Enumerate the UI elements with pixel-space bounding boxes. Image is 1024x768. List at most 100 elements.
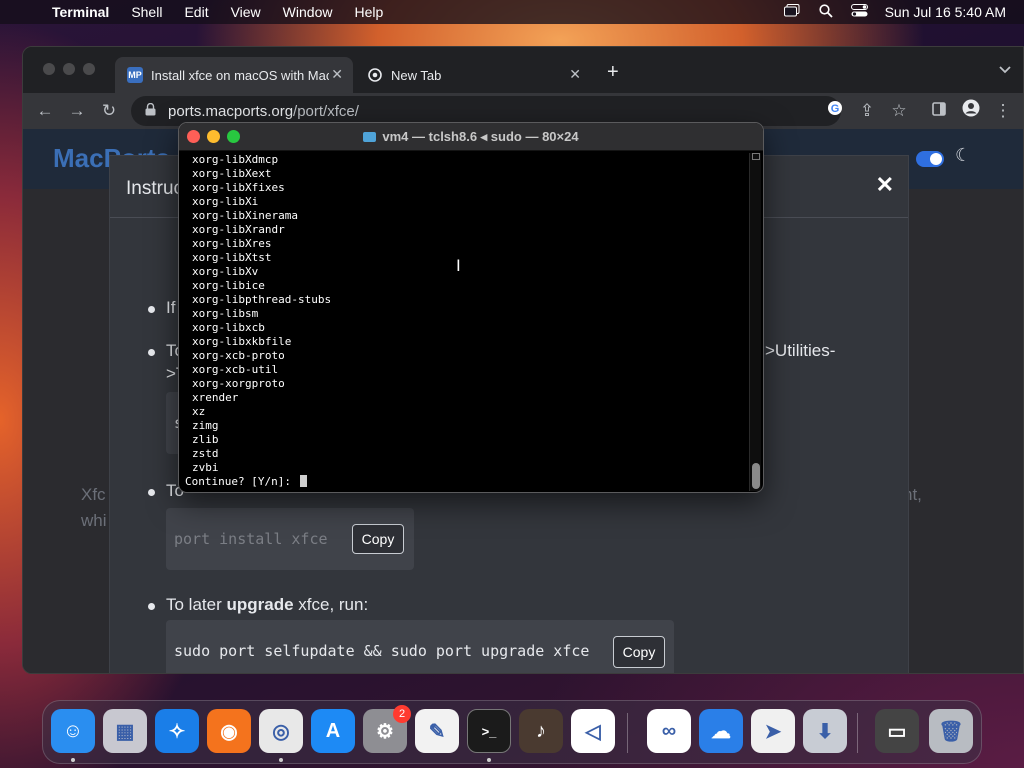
spotlight-search-icon[interactable] bbox=[809, 3, 843, 21]
bookmark-star-icon[interactable]: ☆ bbox=[887, 99, 911, 123]
forward-button[interactable]: → bbox=[65, 99, 89, 123]
garageband-icon[interactable]: ♪ bbox=[519, 709, 563, 753]
upgrade-instruction: To later upgrade xfce, run: bbox=[166, 595, 368, 615]
app-store-icon[interactable]: A bbox=[311, 709, 355, 753]
terminal-line: xz bbox=[192, 405, 206, 418]
terminal-prompt-line[interactable]: Continue? [Y/n]: bbox=[185, 475, 745, 489]
terminal-line: xorg-libXfixes bbox=[192, 181, 285, 194]
terminal-title: vm4 — tclsh8.6 ◂ sudo — 80×24 bbox=[179, 129, 763, 145]
terminal-line: xorg-libpthread-stubs bbox=[192, 293, 332, 306]
tab-close-icon[interactable]: ✕ bbox=[569, 66, 581, 83]
safari-icon[interactable]: ✧ bbox=[155, 709, 199, 753]
back-button[interactable]: ← bbox=[33, 99, 57, 123]
reload-button[interactable]: ↻ bbox=[97, 99, 121, 123]
code-text: port install xfce bbox=[174, 530, 328, 548]
tab-label: New Tab bbox=[391, 67, 442, 83]
screen-mirroring-icon[interactable] bbox=[775, 4, 809, 20]
icloud-icon[interactable]: ☁ bbox=[699, 709, 743, 753]
upgrade-code-block: sudo port selfupdate && sudo port upgrad… bbox=[166, 620, 674, 673]
window-close-button[interactable] bbox=[43, 63, 55, 75]
control-center-icon[interactable] bbox=[843, 4, 877, 20]
upgrade-code-text: sudo port selfupdate && sudo port upgrad… bbox=[174, 642, 590, 660]
terminal-line: xorg-libXinerama bbox=[192, 209, 298, 222]
text-post: xfce, run: bbox=[293, 595, 369, 614]
tab-search-chevron-icon[interactable] bbox=[999, 63, 1011, 77]
trash-icon[interactable]: 🗑 bbox=[929, 709, 973, 753]
bullet-icon bbox=[148, 306, 155, 313]
new-tab-button[interactable]: + bbox=[607, 61, 619, 84]
terminal-window[interactable]: vm4 — tclsh8.6 ◂ sudo — 80×24 xorg-libXd… bbox=[178, 122, 764, 493]
vscode-icon[interactable]: ◁ bbox=[571, 709, 615, 753]
modal-close-icon[interactable]: ✕ bbox=[876, 172, 894, 198]
scrollbar-thumb[interactable] bbox=[752, 463, 760, 489]
url-path: /port/xfce/ bbox=[293, 102, 359, 120]
tab-close-icon[interactable]: ✕ bbox=[331, 66, 343, 83]
chrome-menu-icon[interactable]: ⋮ bbox=[991, 99, 1015, 123]
terminal-output[interactable]: xorg-libXdmcp xorg-libXext xorg-libXfixes x… bbox=[185, 153, 745, 491]
text-pre: To later bbox=[166, 595, 227, 614]
moon-icon: ☾ bbox=[955, 145, 972, 165]
menu-view[interactable]: View bbox=[231, 4, 261, 20]
background-text: Xfc bbox=[81, 485, 106, 504]
dock-separator bbox=[627, 713, 628, 753]
bullet-icon bbox=[148, 349, 155, 356]
terminal-title-text: vm4 — tclsh8.6 ◂ sudo — 80×24 bbox=[382, 129, 579, 144]
terminal-line: xorg-libXdmcp bbox=[192, 153, 279, 166]
terminal-line: xorg-xcb-util bbox=[192, 363, 279, 376]
terminal-line: xorg-libXi bbox=[192, 195, 259, 208]
window-zoom-button[interactable] bbox=[83, 63, 95, 75]
textedit-icon[interactable]: ✎ bbox=[415, 709, 459, 753]
window-minimize-button[interactable] bbox=[63, 63, 75, 75]
terminal-line: xorg-libXext bbox=[192, 167, 272, 180]
terminal-line: xorg-xorgproto bbox=[192, 377, 285, 390]
copy-button[interactable]: Copy bbox=[613, 636, 665, 668]
profile-avatar-icon[interactable] bbox=[959, 99, 983, 123]
tab-new-tab[interactable]: New Tab ✕ bbox=[355, 57, 591, 93]
terminal-line: xorg-libxcb bbox=[192, 321, 265, 334]
notification-badge: 2 bbox=[393, 705, 411, 723]
terminal-line: xrender bbox=[192, 391, 239, 404]
window-stack-icon[interactable]: ▭ bbox=[875, 709, 919, 753]
terminal-scrollbar[interactable] bbox=[749, 153, 761, 491]
bullet-icon bbox=[148, 489, 155, 496]
menu-window[interactable]: Window bbox=[283, 4, 333, 20]
running-indicator bbox=[487, 758, 491, 762]
tab-strip: MP Install xfce on macOS with Mac ✕ New … bbox=[23, 47, 1023, 93]
text-bold: upgrade bbox=[226, 595, 294, 614]
share-icon[interactable]: ⇪ bbox=[855, 99, 879, 123]
menu-clock[interactable]: Sun Jul 16 5:40 AM bbox=[885, 4, 1006, 20]
menu-app-terminal[interactable]: Terminal bbox=[52, 4, 109, 20]
copy-button[interactable]: Copy bbox=[352, 524, 404, 554]
visual-studio-icon[interactable]: ∞ bbox=[647, 709, 691, 753]
terminal-line: zlib bbox=[192, 433, 219, 446]
folder-icon bbox=[363, 132, 377, 142]
text-cursor-ibeam-icon: I bbox=[456, 256, 461, 275]
installer-icon[interactable]: ⬇ bbox=[803, 709, 847, 753]
menu-help[interactable]: Help bbox=[354, 4, 383, 20]
terminal-title-bar[interactable]: vm4 — tclsh8.6 ◂ sudo — 80×24 bbox=[179, 123, 763, 151]
side-panel-icon[interactable] bbox=[927, 99, 951, 123]
google-lens-icon[interactable]: G bbox=[823, 99, 847, 123]
tab-macports[interactable]: MP Install xfce on macOS with Mac ✕ bbox=[115, 57, 353, 93]
bullet-icon bbox=[148, 603, 155, 610]
terminal-line: xorg-libsm bbox=[192, 307, 259, 320]
install-code-block: port install xfce Copy bbox=[166, 508, 414, 570]
instruction-text: If bbox=[166, 298, 176, 317]
instruction-text: >Utilities- bbox=[765, 341, 836, 360]
terminal-line: xorg-libXv bbox=[192, 265, 259, 278]
terminal-icon[interactable]: >_ bbox=[467, 709, 511, 753]
chrome-icon[interactable]: ◎ bbox=[259, 709, 303, 753]
menu-shell[interactable]: Shell bbox=[131, 4, 162, 20]
maps-icon[interactable]: ➤ bbox=[751, 709, 795, 753]
dark-mode-toggle[interactable] bbox=[916, 151, 944, 167]
terminal-line: xorg-libXtst bbox=[192, 251, 272, 264]
firefox-icon[interactable]: ◉ bbox=[207, 709, 251, 753]
lock-icon[interactable] bbox=[145, 102, 156, 119]
menu-bar: Terminal Shell Edit View Window Help Sun… bbox=[0, 0, 1024, 24]
launchpad-icon[interactable]: ▦ bbox=[103, 709, 147, 753]
dock-separator bbox=[857, 713, 858, 753]
terminal-line: xorg-libice bbox=[192, 279, 265, 292]
finder-icon[interactable]: ☺ bbox=[51, 709, 95, 753]
menu-edit[interactable]: Edit bbox=[184, 4, 208, 20]
dock: ☺ ▦ ✧ ◉ ◎ A ⚙ ✎ >_ ♪ ◁ ∞ ☁ ➤ ⬇ ▭ 🗑 2 bbox=[42, 700, 982, 764]
